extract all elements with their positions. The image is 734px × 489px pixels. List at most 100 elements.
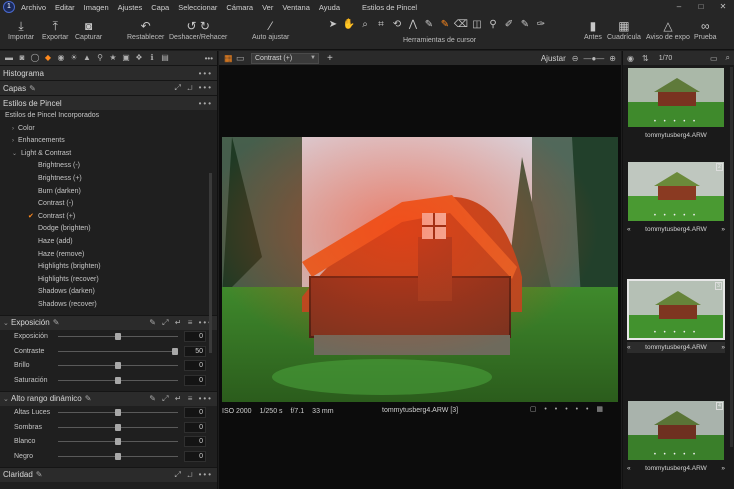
- maximize-button[interactable]: □: [690, 0, 712, 14]
- layer-select[interactable]: Contrast (+) ▼: [251, 52, 319, 64]
- lens-tab-icon[interactable]: ◯: [29, 52, 41, 64]
- white-value[interactable]: 0: [184, 436, 206, 448]
- crop-icon[interactable]: ⌗: [373, 18, 389, 32]
- hdr-header[interactable]: ⌄ Alto rango dinámico ✎ ✎ ⤢ ↵ ≡ •••: [0, 390, 217, 406]
- styles-tab-icon[interactable]: ▤: [159, 52, 171, 64]
- clarity-brush-icon[interactable]: ✎: [36, 470, 43, 479]
- brush-item[interactable]: Highlights (recover): [3, 274, 217, 287]
- exposure-warning-button[interactable]: △ Aviso de expo: [646, 18, 690, 41]
- chevron-right-icon[interactable]: »: [721, 342, 725, 353]
- exposure-slider[interactable]: Exposición 0: [0, 330, 217, 345]
- select-cursor-icon[interactable]: ➤: [325, 18, 341, 32]
- export-button[interactable]: ⤒ Exportar: [42, 18, 68, 41]
- picker-icon[interactable]: ⚲: [485, 18, 501, 32]
- chevron-right-icon[interactable]: »: [721, 463, 725, 474]
- brush-category-enhancements[interactable]: › Enhancements: [3, 135, 217, 148]
- close-button[interactable]: ✕: [712, 0, 734, 14]
- annotation-icon[interactable]: ✐: [501, 18, 517, 32]
- layers-menu-icon[interactable]: ⤢ ↵ •••: [174, 83, 213, 93]
- clarity-header[interactable]: Claridad ✎ ⤢ ↵ •••: [0, 466, 217, 482]
- rotate-icon[interactable]: ⟲: [389, 18, 405, 32]
- thumbnail-selected[interactable]: 3 • • • • • « tommytusberg4.ARW »: [627, 279, 725, 353]
- auto-adjust-button[interactable]: ⁄ Auto ajustar: [252, 18, 289, 41]
- saturation-slider[interactable]: Saturación 0: [0, 373, 217, 388]
- exposure-menu-icon[interactable]: ✎ ⤢ ↵ ≡ •••: [149, 318, 213, 328]
- brush-item[interactable]: Burn (darken): [3, 186, 217, 199]
- pan-hand-icon[interactable]: ✋: [341, 18, 357, 32]
- brightness-value[interactable]: 0: [184, 360, 206, 372]
- proof-button[interactable]: ∞ Prueba: [694, 18, 717, 41]
- menu-ver[interactable]: Ver: [262, 3, 273, 12]
- main-photo[interactable]: [222, 137, 618, 402]
- histogram-menu-icon[interactable]: •••: [199, 69, 213, 78]
- single-view-icon[interactable]: ▦: [224, 53, 233, 64]
- clarity-menu-icon[interactable]: ⤢ ↵ •••: [174, 470, 213, 480]
- shadows-value[interactable]: 0: [184, 421, 206, 433]
- brush-item[interactable]: Dodge (brighten): [3, 223, 217, 236]
- import-button[interactable]: ⤓ Importar: [8, 18, 34, 41]
- layers-header[interactable]: Capas ✎ ⤢ ↵ •••: [0, 80, 217, 95]
- contrast-slider[interactable]: Contraste 50: [0, 344, 217, 359]
- color-tab-icon[interactable]: ◉: [55, 52, 67, 64]
- slider-knob[interactable]: [172, 347, 178, 355]
- details-tab-icon[interactable]: ▲: [81, 52, 93, 64]
- gradient-mask-icon[interactable]: ◫: [469, 18, 485, 32]
- chevron-left-icon[interactable]: «: [627, 463, 631, 474]
- menu-editar[interactable]: Editar: [55, 3, 75, 12]
- zoom-fit-label[interactable]: Ajustar: [541, 54, 566, 63]
- brush-item[interactable]: Haze (remove): [3, 249, 217, 262]
- brush-icon[interactable]: ✎: [437, 18, 453, 32]
- panel-scrollbar[interactable]: [209, 173, 212, 353]
- app-logo-icon[interactable]: 1: [3, 1, 15, 13]
- menu-ventana[interactable]: Ventana: [282, 3, 310, 12]
- zoom-icon[interactable]: ⌕: [357, 18, 373, 32]
- capture-tab-icon[interactable]: ◙: [16, 52, 28, 64]
- white-slider[interactable]: Blanco 0: [0, 435, 217, 450]
- zoom-in-icon[interactable]: ⊕: [609, 54, 616, 63]
- brush-category-light-contrast[interactable]: ⌄ Light & Contrast: [3, 148, 217, 161]
- slider-knob[interactable]: [115, 452, 121, 460]
- metadata-tab-icon[interactable]: ★: [107, 52, 119, 64]
- contrast-value[interactable]: 50: [184, 345, 206, 357]
- chevron-left-icon[interactable]: «: [627, 224, 631, 235]
- clone-brush-icon[interactable]: ✑: [533, 18, 549, 32]
- menu-ajustes[interactable]: Ajustes: [118, 3, 143, 12]
- layers-tab-icon[interactable]: ◆: [42, 52, 54, 64]
- slider-knob[interactable]: [115, 376, 121, 384]
- output-tab-icon[interactable]: ▣: [120, 52, 132, 64]
- saturation-value[interactable]: 0: [184, 374, 206, 386]
- add-layer-icon[interactable]: +: [327, 53, 333, 64]
- brush-styles-header[interactable]: Estilos de Pincel •••: [0, 95, 217, 110]
- chevron-left-icon[interactable]: «: [627, 342, 631, 353]
- black-slider[interactable]: Negro 0: [0, 449, 217, 464]
- rating-dots-icon[interactable]: ▢ • • • • • ▦: [530, 405, 606, 413]
- histogram-header[interactable]: Histograma •••: [0, 65, 217, 80]
- brush-item[interactable]: Shadows (recover): [3, 299, 217, 312]
- slider-knob[interactable]: [115, 438, 121, 446]
- exposure-header[interactable]: ⌄ Exposición ✎ ✎ ⤢ ↵ ≡ •••: [0, 314, 217, 330]
- search-icon[interactable]: ⌕: [726, 53, 730, 63]
- eye-icon[interactable]: ◉: [627, 54, 634, 63]
- library-tab-icon[interactable]: ▬: [3, 52, 15, 64]
- keystone-icon[interactable]: ⋀: [405, 18, 421, 32]
- spot-removal-icon[interactable]: ✎: [421, 18, 437, 32]
- reset-button[interactable]: ↶ Restablecer: [127, 18, 164, 41]
- exposure-tab-icon[interactable]: ☀: [68, 52, 80, 64]
- tabs-menu-icon[interactable]: •••: [205, 54, 213, 63]
- thumbnail[interactable]: 4 • • • • • « tommytusberg4.ARW »: [627, 400, 725, 474]
- hdr-brush-icon[interactable]: ✎: [85, 394, 92, 403]
- browser-scrollbar[interactable]: [730, 67, 733, 447]
- slider-knob[interactable]: [115, 333, 121, 341]
- minimize-button[interactable]: –: [668, 0, 690, 14]
- menu-ayuda[interactable]: Ayuda: [319, 3, 340, 12]
- exposure-value[interactable]: 0: [184, 331, 206, 343]
- info-tab-icon[interactable]: ℹ: [146, 52, 158, 64]
- menu-imagen[interactable]: Imagen: [84, 3, 109, 12]
- brush-category-color[interactable]: › Color: [3, 123, 217, 136]
- adjustments-tab-icon[interactable]: ⚲: [94, 52, 106, 64]
- filter-icon[interactable]: ▭: [710, 54, 718, 63]
- brush-item-selected[interactable]: ✔ Contrast (+): [3, 211, 217, 224]
- slider-knob[interactable]: [115, 362, 121, 370]
- before-button[interactable]: ▮ Antes: [584, 18, 602, 41]
- highlights-slider[interactable]: Altas Luces 0: [0, 406, 217, 421]
